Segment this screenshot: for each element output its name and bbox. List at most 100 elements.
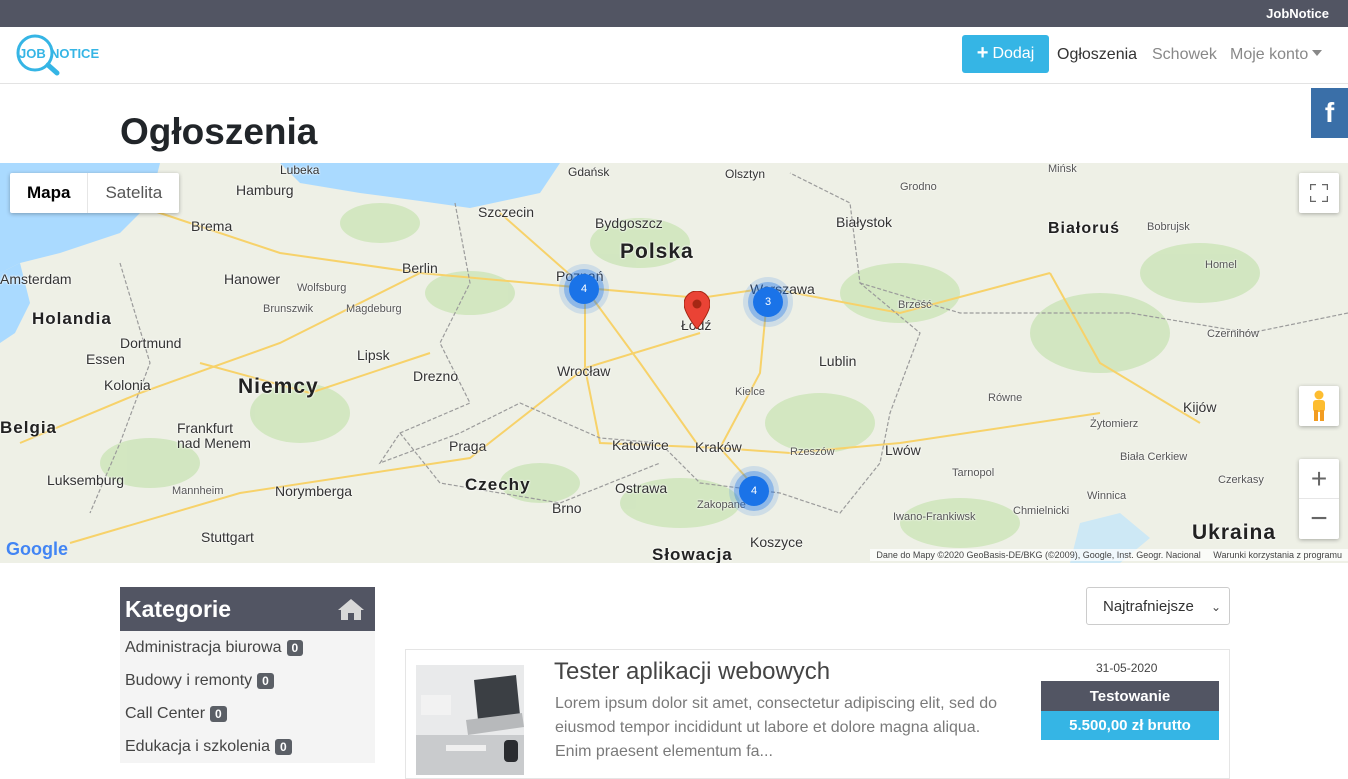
map-label-city: Wrocław (557, 363, 611, 379)
map-label-city: Lublin (819, 353, 857, 369)
chevron-down-icon: ⌄ (1210, 600, 1221, 614)
map-label-city: Lwów (885, 442, 921, 458)
map-label-city: Chmielnicki (1013, 505, 1070, 517)
map-label-city: Winnica (1087, 490, 1127, 502)
map-label-city: Olsztyn (725, 167, 766, 181)
category-item[interactable]: Budowy i remonty 0 (120, 664, 375, 697)
category-item[interactable]: Administracja biurowa 0 (120, 631, 375, 664)
facebook-icon: f (1324, 97, 1335, 128)
magnifier-logo-icon: JOB NOTICE (16, 34, 99, 76)
map-terms-link[interactable]: Warunki korzystania z programu (1213, 550, 1342, 560)
top-bar: JobNotice (0, 0, 1348, 27)
map-cluster-marker[interactable]: 4 (569, 274, 599, 304)
map-label-city: Mińsk (1048, 163, 1077, 175)
job-listing-card[interactable]: Tester aplikacji webowych Lorem ipsum do… (405, 649, 1230, 779)
map-label-city: Gdańsk (568, 165, 610, 179)
fullscreen-icon (1310, 184, 1328, 202)
map-label-city: Katowice (612, 437, 669, 453)
map-label-city: Luksemburg (47, 472, 125, 488)
map-label-city: Biała Cerkiew (1120, 451, 1188, 463)
map-label-city: Stuttgart (201, 529, 254, 545)
map-label-city: Brema (191, 218, 233, 234)
facebook-button[interactable]: f (1311, 88, 1348, 138)
category-count-badge: 0 (286, 639, 304, 656)
map-type-satellite-button[interactable]: Satelita (88, 173, 179, 213)
category-count-badge: 0 (210, 705, 227, 722)
category-item[interactable]: Edukacja i szkolenia 0 (120, 730, 375, 763)
fullscreen-button[interactable] (1299, 173, 1339, 213)
job-salary-badge: 5.500,00 zł brutto (1041, 711, 1219, 740)
plus-icon: + (976, 42, 989, 64)
map-cluster-marker[interactable]: 3 (753, 287, 783, 317)
add-listing-button[interactable]: + Dodaj (962, 35, 1049, 73)
sort-select[interactable]: Najtrafniejsze ⌄ (1086, 587, 1230, 625)
map-label-city: Grodno (900, 181, 937, 193)
map-label-city: Zakopane (697, 499, 746, 511)
categories-panel: Kategorie Administracja biurowa 0 Budowy… (120, 587, 375, 763)
category-label: Administracja biurowa (125, 638, 282, 656)
map-label-city: Rzeszów (790, 446, 835, 458)
nav-link-saved[interactable]: Schowek (1152, 46, 1217, 64)
map-label-city: Ostrawa (615, 480, 668, 496)
category-label: Call Center (125, 704, 206, 722)
map-label-city: Kraków (695, 439, 742, 455)
map-label-city: Lubeka (280, 163, 320, 177)
job-category-badge: Testowanie (1041, 681, 1219, 711)
map-label-city: Bydgoszcz (595, 215, 663, 231)
map-label-country-ukraine: Ukraina (1192, 521, 1277, 544)
map-pin-icon[interactable] (684, 291, 710, 329)
categories-title: Kategorie (125, 595, 232, 622)
add-listing-label: Dodaj (992, 45, 1035, 62)
map-label-city: Hamburg (236, 182, 294, 198)
page-title: Ogłoszenia (120, 111, 318, 152)
map-label-city: Magdeburg (346, 303, 402, 315)
category-label: Edukacja i szkolenia (125, 737, 270, 755)
map-label-city: Frankfurt nad Menem (177, 420, 251, 451)
map-label-city: Berlin (402, 260, 438, 276)
nav-link-listings[interactable]: Ogłoszenia (1057, 46, 1137, 64)
map-type-map-button[interactable]: Mapa (10, 173, 89, 213)
map-label-city: Równe (988, 392, 1023, 404)
map-label-city: Dortmund (120, 335, 182, 351)
map-label-city: Kijów (1183, 399, 1217, 415)
category-item[interactable]: Call Center 0 (120, 697, 375, 730)
category-count-badge: 0 (274, 738, 292, 755)
zoom-out-button[interactable]: − (1299, 499, 1339, 539)
map-label-city: Amsterdam (0, 271, 72, 287)
nav-link-my-account[interactable]: Moje konto (1230, 46, 1323, 64)
map-label-city: Tarnopol (952, 467, 995, 479)
map-label-city: Praga (449, 438, 487, 454)
brand-name: JobNotice (1266, 6, 1329, 21)
map-cluster-marker[interactable]: 4 (739, 476, 769, 506)
map-label-country-belgium: Belgia (0, 418, 58, 437)
map-label-country-belarus: Białoruś (1048, 220, 1121, 237)
map-label-city: Bobrujsk (1147, 221, 1190, 233)
zoom-in-button[interactable]: + (1299, 459, 1339, 499)
map-label-city: Czerkasy (1218, 474, 1264, 486)
job-description: Lorem ipsum dolor sit amet, consectetur … (555, 695, 997, 760)
job-date: 31-05-2020 (1096, 661, 1158, 675)
map[interactable]: Polska Niemcy Czechy Białoruś Holandia B… (0, 163, 1348, 563)
map-label-city: Brno (552, 500, 582, 516)
logo[interactable]: JOB NOTICE (15, 33, 120, 77)
map-label-city: Homel (1205, 259, 1237, 271)
pegman-icon (1313, 390, 1325, 421)
map-label-city: Essen (86, 351, 125, 367)
home-icon[interactable] (337, 597, 365, 621)
street-view-button[interactable] (1299, 386, 1339, 426)
google-logo-text: Google (6, 539, 68, 559)
map-type-control: Mapa Satelita (10, 173, 180, 213)
map-label-city: Szczecin (478, 204, 535, 220)
map-label-country-poland: Polska (620, 240, 694, 263)
caret-down-icon (1312, 50, 1323, 56)
logo-text-notice: NOTICE (50, 46, 99, 61)
map-label-country-germany: Niemcy (238, 375, 319, 398)
job-thumbnail (416, 665, 524, 775)
map-label-city: Iwano-Frankiwsk (893, 511, 976, 523)
google-logo: Google (6, 539, 68, 560)
job-title[interactable]: Tester aplikacji webowych (554, 658, 830, 686)
category-count-badge: 0 (257, 672, 274, 689)
navbar: JOB NOTICE + Dodaj Ogłoszenia Schowek Mo… (0, 27, 1348, 84)
map-label-country-slovakia: Słowacja (652, 545, 733, 563)
map-label-city: Brunszwik (263, 303, 314, 315)
